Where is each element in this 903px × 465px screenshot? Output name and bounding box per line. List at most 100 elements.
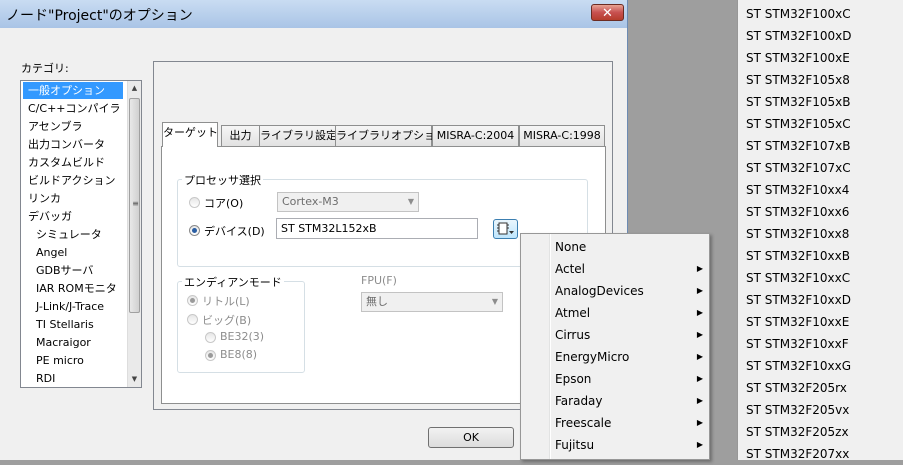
menu-item[interactable]: Fujitsu ▶: [521, 434, 709, 456]
scroll-up-icon[interactable]: ▲: [128, 81, 141, 95]
device-menu-item[interactable]: ST STM32F10xxD: [746, 289, 851, 311]
close-button[interactable]: ✕: [591, 4, 624, 21]
category-item[interactable]: GDBサーバ: [23, 262, 123, 279]
be32-radio[interactable]: [205, 332, 216, 343]
category-item[interactable]: Angel: [23, 244, 123, 261]
submenu-arrow-icon: ▶: [696, 308, 703, 317]
device-menu-item[interactable]: ST STM32F10xxF: [746, 333, 849, 355]
be8-radio[interactable]: [205, 350, 216, 361]
category-scrollbar[interactable]: ▲ ≡ ▼: [127, 81, 141, 387]
tab-3[interactable]: ライブラリオプション: [335, 125, 446, 146]
device-menu-item[interactable]: ST STM32F105x8: [746, 69, 850, 91]
big-endian-radio[interactable]: [187, 314, 198, 325]
core-select[interactable]: Cortex-M3 ▼: [277, 192, 419, 212]
category-item[interactable]: PE micro: [23, 352, 123, 369]
category-item[interactable]: リンカ: [23, 190, 123, 207]
device-menu-item[interactable]: ST STM32F10xxB: [746, 245, 850, 267]
chip-list-icon: [497, 222, 514, 235]
device-menu-item[interactable]: ST STM32F10xxE: [746, 311, 849, 333]
submenu-arrow-icon: ▶: [696, 374, 703, 383]
category-item[interactable]: ビルドアクション: [23, 172, 123, 189]
device-menu-item[interactable]: ST STM32F10xxG: [746, 355, 851, 377]
device-radio[interactable]: [189, 225, 200, 236]
category-item[interactable]: シミュレータ: [23, 226, 123, 243]
endian-group-label: エンディアンモード: [182, 274, 284, 290]
menu-item[interactable]: None: [521, 236, 709, 258]
menu-item-label: AnalogDevices: [555, 284, 644, 298]
scroll-down-icon[interactable]: ▼: [128, 372, 141, 386]
device-menu-item[interactable]: ST STM32F10xxC: [746, 267, 850, 289]
submenu-arrow-icon: ▶: [696, 440, 703, 449]
submenu-arrow-icon: ▶: [696, 264, 703, 273]
processor-group-label: プロセッサ選択: [182, 172, 263, 188]
little-endian-radio[interactable]: [187, 295, 198, 306]
device-menu-item[interactable]: ST STM32F205zx: [746, 421, 849, 443]
device-menu-item[interactable]: ST STM32F105xB: [746, 91, 850, 113]
menu-item[interactable]: Cirrus ▶: [521, 324, 709, 346]
category-item[interactable]: C/C++コンパイラ: [23, 100, 123, 117]
category-list[interactable]: 一般オプション C/C++コンパイラ アセンブラ 出力コンバータ カスタムビルド ビルドア…: [20, 80, 142, 388]
be32-label: BE32(3): [220, 330, 265, 343]
submenu-arrow-icon: ▶: [696, 352, 703, 361]
scroll-thumb[interactable]: ≡: [129, 98, 140, 313]
submenu-arrow-icon: ▶: [696, 396, 703, 405]
menu-item[interactable]: Atmel ▶: [521, 302, 709, 324]
menu-item[interactable]: AnalogDevices ▶: [521, 280, 709, 302]
menu-item[interactable]: Freescale ▶: [521, 412, 709, 434]
fpu-select[interactable]: 無し ▼: [361, 292, 503, 312]
menu-item-label: None: [555, 240, 587, 254]
category-item[interactable]: IAR ROMモニタ: [23, 280, 123, 297]
tab-2[interactable]: ライブラリ設定: [259, 125, 337, 146]
menu-item[interactable]: EnergyMicro ▶: [521, 346, 709, 368]
device-menu-item[interactable]: ST STM32F100xD: [746, 25, 851, 47]
menu-item-label: Atmel: [555, 306, 591, 320]
ok-button[interactable]: OK: [428, 427, 514, 448]
menu-item[interactable]: Epson ▶: [521, 368, 709, 390]
chevron-down-icon: ▼: [407, 197, 414, 206]
device-label: デバイス(D): [204, 225, 265, 238]
submenu-arrow-icon: ▶: [696, 418, 703, 427]
menu-item-label: Epson: [555, 372, 592, 386]
menu-item-label: Actel: [555, 262, 586, 276]
category-item[interactable]: 一般オプション: [23, 82, 123, 99]
device-menu-item[interactable]: ST STM32F205vx: [746, 399, 849, 421]
category-item[interactable]: アセンブラ: [23, 118, 123, 135]
be8-label: BE8(8): [220, 348, 258, 361]
menu-item-label: Fujitsu: [555, 438, 595, 452]
dialog-title: ノード"Project"のオプション: [6, 8, 193, 24]
menu-item-label: Freescale: [555, 416, 612, 430]
menu-item-label: Faraday: [555, 394, 603, 408]
device-select-button[interactable]: [493, 219, 518, 239]
device-menu-item[interactable]: ST STM32F207xx: [746, 443, 849, 465]
device-submenu-list: ST STM32F100xC ST STM32F100xD ST STM32F100…: [737, 0, 903, 461]
device-menu-item[interactable]: ST STM32F10xx8: [746, 223, 849, 245]
core-radio[interactable]: [189, 197, 200, 208]
device-field[interactable]: ST STM32L152xB: [276, 218, 478, 239]
category-item[interactable]: RDI: [23, 370, 123, 387]
grip-icon: ≡: [132, 199, 139, 208]
device-menu-item[interactable]: ST STM32F100xC: [746, 3, 851, 25]
tab-1[interactable]: 出力: [221, 125, 260, 146]
category-item[interactable]: J-Link/J-Trace: [23, 298, 123, 315]
category-item[interactable]: カスタムビルド: [23, 154, 123, 171]
device-menu-item[interactable]: ST STM32F205rx: [746, 377, 847, 399]
menu-item[interactable]: Actel ▶: [521, 258, 709, 280]
category-item[interactable]: Macraigor: [23, 334, 123, 351]
device-menu-item[interactable]: ST STM32F105xC: [746, 113, 851, 135]
tab-0[interactable]: ターゲット: [162, 122, 218, 147]
core-label: コア(O): [204, 197, 244, 210]
device-menu-item[interactable]: ST STM32F100xE: [746, 47, 850, 69]
category-item[interactable]: 出力コンバータ: [23, 136, 123, 153]
tab-5[interactable]: MISRA-C:1998: [519, 125, 605, 146]
category-item[interactable]: デバッガ: [23, 208, 123, 225]
device-menu-item[interactable]: ST STM32F107xB: [746, 135, 850, 157]
category-item[interactable]: TI Stellaris: [23, 316, 123, 333]
menu-item-label: EnergyMicro: [555, 350, 630, 364]
fpu-select-value: 無し: [366, 295, 388, 308]
menu-item-label: Cirrus: [555, 328, 591, 342]
device-menu-item[interactable]: ST STM32F107xC: [746, 157, 851, 179]
tab-4[interactable]: MISRA-C:2004: [432, 125, 519, 146]
device-menu-item[interactable]: ST STM32F10xx6: [746, 201, 849, 223]
device-menu-item[interactable]: ST STM32F10xx4: [746, 179, 849, 201]
menu-item[interactable]: Faraday ▶: [521, 390, 709, 412]
